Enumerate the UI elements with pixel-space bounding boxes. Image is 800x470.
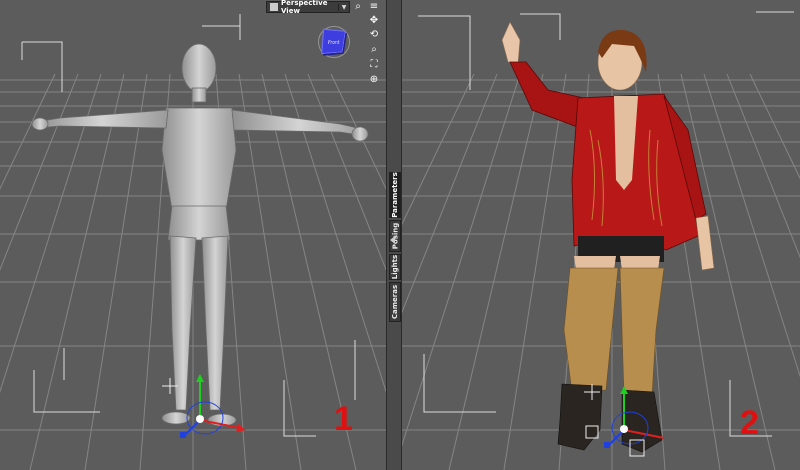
reset-view-icon[interactable]: ⊕ [368, 74, 380, 86]
viewport-right[interactable]: 2 [402, 0, 800, 470]
chevron-down-icon: ▼ [338, 3, 349, 11]
frame-icon[interactable]: ⛶ [368, 59, 380, 71]
rotate-icon[interactable]: ⟲ [368, 29, 380, 41]
view-selector-label: Perspective View [281, 0, 328, 15]
tab-cameras[interactable]: Cameras [389, 282, 401, 322]
viewport-marker-1: 1 [334, 400, 353, 438]
view-selector-dropdown[interactable]: Perspective View ▼ [266, 0, 350, 15]
collapse-arrow-icon[interactable] [390, 236, 395, 244]
tab-parameters-label: Parameters [391, 172, 400, 218]
viewport-marker-2: 2 [740, 404, 759, 442]
zoom-icon[interactable]: ⌕ [368, 44, 380, 56]
side-panel-tabs: Parameters Posing Lights Cameras [386, 0, 402, 470]
transform-gizmo[interactable] [402, 0, 800, 470]
tab-cameras-label: Cameras [391, 284, 399, 320]
tab-parameters[interactable]: Parameters [389, 172, 401, 218]
viewport-left[interactable]: Perspective View ▼ ⌕ ≡ ✥ ⟲ ⌕ ⛶ ⊕ Front 1 [0, 0, 386, 470]
navigation-cube[interactable]: Front [321, 28, 346, 55]
pan-icon[interactable]: ✥ [368, 15, 380, 27]
tab-lights[interactable]: Lights [389, 254, 401, 280]
menu-icon[interactable]: ≡ [368, 1, 380, 13]
camera-icon [270, 3, 278, 11]
search-icon[interactable]: ⌕ [352, 1, 364, 13]
tab-lights-label: Lights [391, 254, 399, 280]
transform-gizmo[interactable] [0, 0, 386, 470]
